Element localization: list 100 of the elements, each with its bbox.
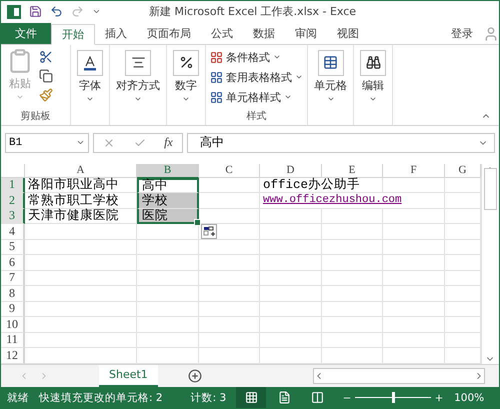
- table-cell: 学校: [137, 193, 199, 209]
- column-header[interactable]: F: [383, 164, 445, 178]
- percent-icon: [178, 55, 194, 70]
- ribbon-tab[interactable]: 视图: [327, 22, 369, 44]
- table-cell: [383, 224, 445, 240]
- table-cell: 洛阳市职业高中: [25, 178, 137, 194]
- table-cell: [383, 302, 445, 318]
- row-header[interactable]: 3: [1, 208, 25, 224]
- ribbon-button[interactable]: 数字: [171, 50, 201, 126]
- page-layout-icon: [278, 391, 291, 404]
- row-header[interactable]: 2: [1, 193, 25, 209]
- ribbon-button[interactable]: 单元格: [312, 50, 349, 126]
- zoom-level[interactable]: 100%: [454, 392, 484, 404]
- table-cell: [199, 332, 260, 348]
- paintbrush-icon[interactable]: [39, 88, 53, 102]
- ribbon-tab[interactable]: 开始: [51, 24, 95, 45]
- table-cell: [383, 240, 445, 256]
- row-header[interactable]: 10: [1, 317, 25, 333]
- row-header[interactable]: 12: [1, 348, 25, 364]
- flash-fill-options-icon[interactable]: [201, 224, 217, 240]
- column-header[interactable]: A: [25, 164, 137, 178]
- table-cell: [322, 332, 383, 348]
- table-cell: [137, 255, 199, 271]
- table-cell: [199, 317, 260, 333]
- column-header[interactable]: C: [199, 164, 260, 178]
- ribbon-tab[interactable]: 公式: [201, 22, 243, 44]
- ribbon-tab[interactable]: 插入: [95, 22, 137, 44]
- undo-icon[interactable]: [50, 5, 63, 18]
- scissors-icon[interactable]: [39, 50, 53, 64]
- ribbon-tab[interactable]: 登录: [441, 22, 483, 44]
- column-header[interactable]: B: [137, 164, 199, 178]
- status-text: 快速填充更改的单元格: 2: [39, 390, 163, 404]
- zoom-slider-thumb[interactable]: [392, 392, 396, 403]
- table-cell: [137, 286, 199, 302]
- table-cell: [383, 317, 445, 333]
- table-cell: [199, 270, 260, 286]
- ribbon-button[interactable]: 字体: [75, 50, 105, 126]
- page-break-icon: [310, 391, 324, 404]
- style-icon: [210, 90, 223, 104]
- ribbon-tab[interactable]: 数据: [243, 22, 285, 44]
- table-cell: [199, 286, 260, 302]
- row-header[interactable]: 7: [1, 270, 25, 286]
- style-menu-button[interactable]: 单元格样式: [210, 90, 303, 105]
- normal-view-icon: [244, 391, 258, 404]
- column-header[interactable]: E: [322, 164, 383, 178]
- row-header[interactable]: 9: [1, 302, 25, 318]
- ribbon-button[interactable]: 对齐方式: [114, 50, 162, 126]
- table-cell: [383, 255, 445, 271]
- table-cell: [137, 332, 199, 348]
- table-icon: [323, 55, 338, 70]
- row-header[interactable]: 5: [1, 240, 25, 256]
- table-cell: [383, 270, 445, 286]
- zoom-in-icon[interactable]: [434, 392, 444, 402]
- status-text: 计数: 3: [190, 390, 226, 404]
- table-cell: [137, 317, 199, 333]
- table-cell: [260, 270, 322, 286]
- table-cell: office办公助手: [260, 178, 383, 194]
- table-cell: 医院: [137, 208, 199, 224]
- table-cell: [260, 302, 322, 318]
- binoculars-icon: [366, 55, 380, 70]
- status-text: 就绪: [7, 390, 29, 404]
- table-cell: [322, 224, 383, 240]
- save-icon[interactable]: [29, 5, 42, 18]
- window-title: 新建 Microsoft Excel 工作表.xlsx - Exce: [149, 4, 356, 20]
- column-header[interactable]: G: [445, 164, 481, 178]
- add-sheet-icon[interactable]: [188, 368, 202, 383]
- view-button[interactable]: [236, 387, 266, 408]
- row-header[interactable]: 6: [1, 255, 25, 271]
- copy-icon[interactable]: [39, 68, 53, 83]
- insert-function-button[interactable]: fx: [164, 135, 173, 150]
- align-icon: [130, 55, 146, 70]
- row-header[interactable]: 8: [1, 286, 25, 302]
- user-icon: [483, 26, 499, 42]
- column-header[interactable]: D: [260, 164, 322, 178]
- name-box[interactable]: B1: [5, 132, 89, 153]
- group-label: 剪贴板: [20, 110, 52, 124]
- table-cell: [260, 317, 322, 333]
- ribbon-tab[interactable]: 页面布局: [137, 22, 201, 44]
- link[interactable]: www.officezhushou.com: [263, 194, 402, 206]
- style-menu-button[interactable]: 套用表格格式: [210, 70, 303, 85]
- table-cell: [260, 255, 322, 271]
- scrollbar-thumb[interactable]: [484, 168, 496, 210]
- row-header[interactable]: 4: [1, 224, 25, 240]
- table-cell: [322, 240, 383, 256]
- group-label: 样式: [246, 110, 268, 124]
- row-header[interactable]: 1: [1, 178, 25, 194]
- style-menu-button[interactable]: 条件格式: [210, 50, 303, 65]
- table-cell: [137, 240, 199, 256]
- table-cell: [322, 302, 383, 318]
- formula-field[interactable]: 高中: [187, 132, 495, 153]
- table-cell: [260, 286, 322, 302]
- ribbon-button[interactable]: 编辑: [358, 50, 388, 126]
- table-cell: [199, 255, 260, 271]
- sheet-tab[interactable]: Sheet1: [99, 364, 158, 387]
- fill-handle[interactable]: [194, 219, 201, 226]
- font-color-icon: [83, 54, 97, 71]
- ribbon-tab[interactable]: 文件: [1, 22, 51, 44]
- ribbon-tab[interactable]: 审阅: [285, 22, 327, 44]
- horizontal-scrollbar[interactable]: [313, 368, 485, 384]
- row-header[interactable]: 11: [1, 332, 25, 348]
